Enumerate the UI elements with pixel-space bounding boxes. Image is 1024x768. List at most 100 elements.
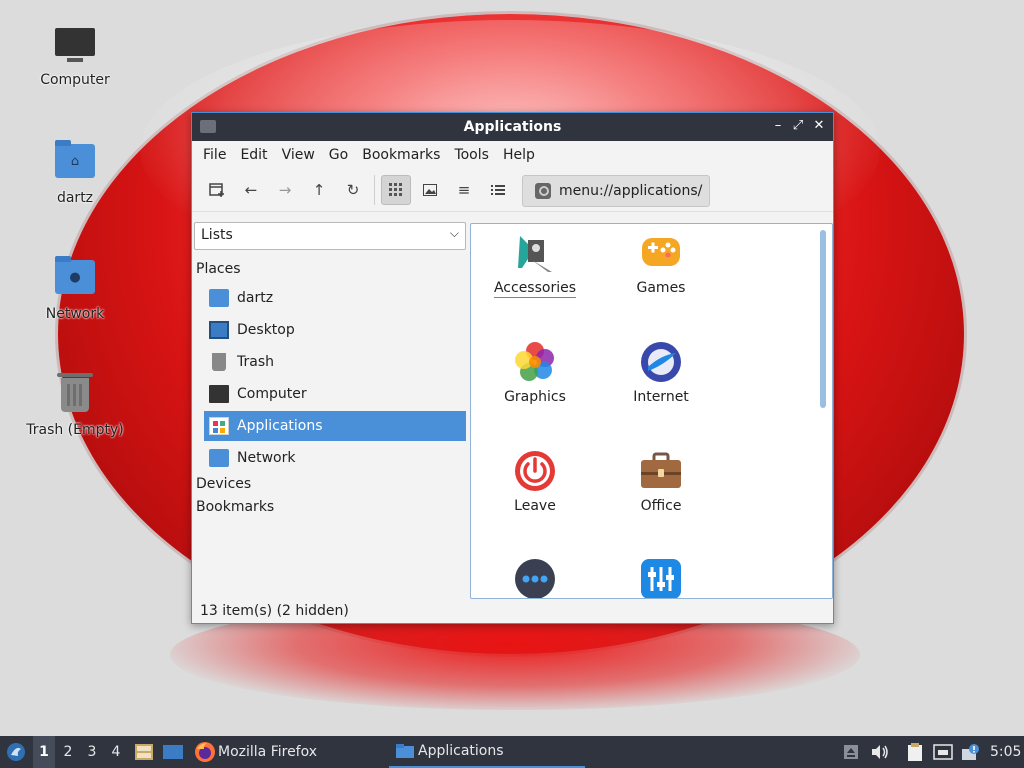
- arrow-right-icon: →: [278, 181, 292, 199]
- list-detail-icon: [491, 185, 505, 195]
- devices-heading[interactable]: Devices: [196, 476, 251, 492]
- desktop-icon: [209, 321, 229, 339]
- places-heading: Places: [196, 261, 241, 277]
- place-applications[interactable]: Applications: [204, 411, 466, 441]
- reload-button[interactable]: ↻: [338, 175, 368, 205]
- place-label: Trash: [237, 354, 274, 370]
- back-button[interactable]: ←: [236, 175, 266, 205]
- app-accessories[interactable]: Accessories: [479, 232, 591, 298]
- desktop-icon-computer[interactable]: Computer: [20, 22, 130, 88]
- side-pane-mode-select[interactable]: Lists ⌵: [194, 222, 466, 250]
- forward-button[interactable]: →: [270, 175, 300, 205]
- desktop-icon: [163, 745, 183, 759]
- desktop-icon-label: dartz: [56, 190, 94, 206]
- app-games[interactable]: Games: [605, 232, 717, 296]
- place-dartz[interactable]: dartz: [204, 283, 466, 313]
- applications-icon: [209, 417, 229, 435]
- accessories-icon: [514, 232, 556, 274]
- workspace-1[interactable]: 1: [33, 736, 55, 768]
- window-titlebar[interactable]: Applications – ⤢ ✕: [192, 113, 833, 141]
- thumbnail-view-button[interactable]: [415, 175, 445, 205]
- location-bar[interactable]: menu://applications/: [522, 175, 710, 207]
- select-value: Lists: [201, 227, 233, 243]
- file-manager-launcher[interactable]: [134, 736, 154, 768]
- menu-file[interactable]: File: [196, 147, 233, 163]
- app-other[interactable]: [479, 558, 591, 598]
- detailed-view-button[interactable]: [483, 175, 513, 205]
- toolbar: ← → ↑ ↻ ≡ menu://applications/: [192, 169, 833, 212]
- tray-updates[interactable]: [843, 736, 859, 768]
- start-menu-button[interactable]: [4, 736, 28, 768]
- new-tab-button[interactable]: [202, 175, 232, 205]
- computer-icon: [53, 22, 97, 66]
- clock[interactable]: 5:05: [990, 736, 1021, 768]
- toolbar-separator: [374, 175, 375, 205]
- app-graphics[interactable]: Graphics: [479, 341, 591, 405]
- icon-view-button[interactable]: [381, 175, 411, 205]
- notification-icon: [962, 744, 979, 760]
- place-network[interactable]: Network: [204, 443, 466, 473]
- desktop-icon-home[interactable]: ⌂ dartz: [20, 140, 130, 206]
- file-cabinet-icon: [135, 744, 153, 760]
- app-label: Games: [636, 280, 686, 296]
- menu-edit[interactable]: Edit: [233, 147, 274, 163]
- place-label: Applications: [237, 418, 323, 434]
- desktop-icon-trash[interactable]: Trash (Empty): [20, 372, 130, 438]
- taskbar-firefox[interactable]: Mozilla Firefox: [194, 736, 317, 768]
- minimize-button[interactable]: –: [769, 117, 787, 135]
- location-icon: [535, 183, 551, 199]
- taskbar-applications[interactable]: Applications: [389, 736, 585, 768]
- graphics-icon: [514, 341, 556, 383]
- workspace-3[interactable]: 3: [81, 736, 103, 768]
- content-pane: Accessories Games Graphics Internet Leav…: [470, 223, 833, 599]
- home-folder-icon: [209, 289, 229, 307]
- firefox-icon: [195, 742, 215, 762]
- tray-clipboard[interactable]: [906, 736, 924, 768]
- place-computer[interactable]: Computer: [204, 379, 466, 409]
- app-leave[interactable]: Leave: [479, 450, 591, 514]
- app-office[interactable]: Office: [605, 450, 717, 514]
- briefcase-icon: [640, 450, 682, 492]
- up-button[interactable]: ↑: [304, 175, 334, 205]
- workspace-4[interactable]: 4: [105, 736, 127, 768]
- place-label: Computer: [237, 386, 307, 402]
- lxqt-logo-icon: [7, 743, 25, 761]
- bookmarks-heading[interactable]: Bookmarks: [196, 499, 274, 515]
- folder-icon: [396, 744, 414, 758]
- menu-help[interactable]: Help: [496, 147, 542, 163]
- menu-bookmarks[interactable]: Bookmarks: [355, 147, 447, 163]
- show-desktop-button[interactable]: [162, 736, 184, 768]
- place-trash[interactable]: Trash: [204, 347, 466, 377]
- new-tab-icon: [209, 183, 224, 197]
- app-label: Internet: [633, 389, 689, 405]
- place-desktop[interactable]: Desktop: [204, 315, 466, 345]
- reload-icon: ↻: [346, 181, 360, 199]
- maximize-button[interactable]: ⤢: [789, 117, 807, 135]
- app-label: Accessories: [493, 280, 577, 298]
- menu-view[interactable]: View: [275, 147, 322, 163]
- network-icon: [209, 449, 229, 467]
- games-icon: [640, 232, 682, 274]
- trash-icon: [53, 372, 97, 416]
- tray-notifications[interactable]: [961, 736, 981, 768]
- workspace-2[interactable]: 2: [57, 736, 79, 768]
- place-label: Network: [237, 450, 296, 466]
- close-button[interactable]: ✕: [810, 117, 828, 135]
- tray-volume[interactable]: [870, 736, 890, 768]
- window-title: Applications: [463, 119, 562, 135]
- network-wired-icon: [933, 744, 953, 760]
- app-label: Office: [640, 498, 682, 514]
- compact-view-button[interactable]: ≡: [449, 175, 479, 205]
- menu-go[interactable]: Go: [322, 147, 355, 163]
- place-label: dartz: [237, 290, 274, 306]
- scrollbar-thumb[interactable]: [820, 230, 826, 408]
- computer-icon: [209, 385, 229, 403]
- app-preferences[interactable]: [605, 558, 717, 598]
- file-manager-window: Applications – ⤢ ✕ File Edit View Go Boo…: [191, 112, 834, 624]
- tray-network[interactable]: [933, 736, 953, 768]
- desktop-icon-network[interactable]: ● Network: [20, 256, 130, 322]
- home-folder-icon: ⌂: [53, 140, 97, 184]
- app-internet[interactable]: Internet: [605, 341, 717, 405]
- menu-tools[interactable]: Tools: [447, 147, 496, 163]
- more-icon: [514, 558, 556, 598]
